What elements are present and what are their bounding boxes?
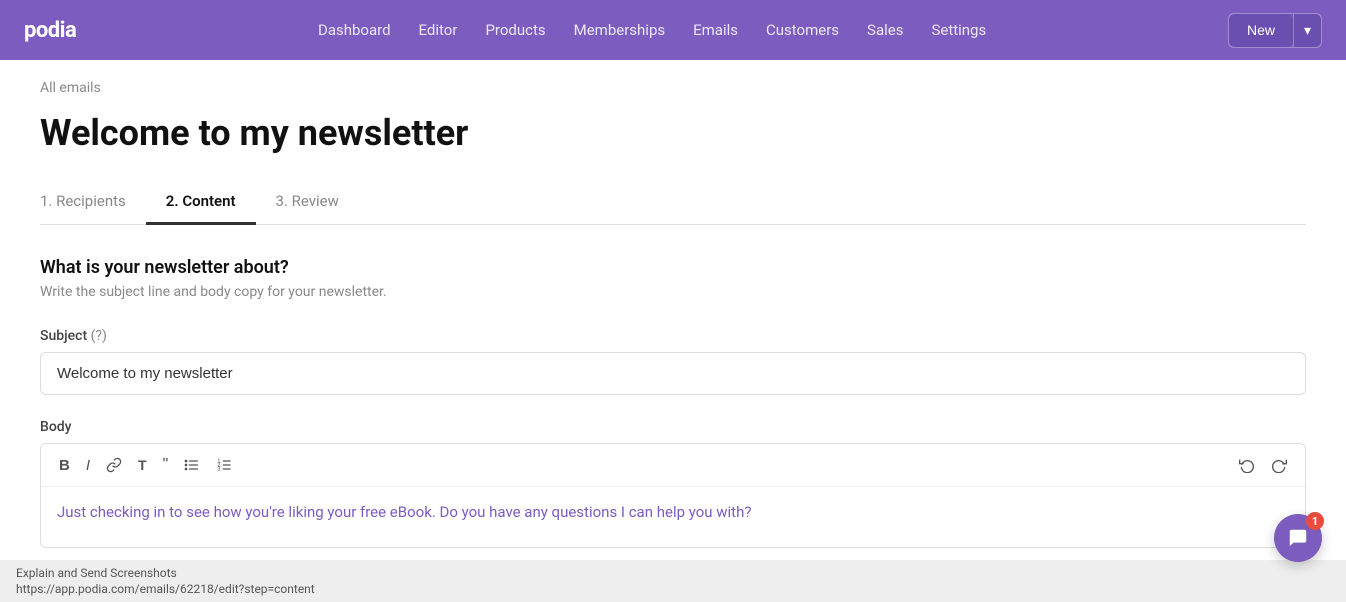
format-button[interactable]: T [132, 453, 153, 477]
page-title: Welcome to my newsletter [40, 112, 1306, 154]
italic-button[interactable]: I [80, 453, 96, 478]
nav-link-customers[interactable]: Customers [766, 21, 839, 39]
tab-review[interactable]: 3. Review [256, 182, 359, 225]
quote-button[interactable]: " [157, 452, 175, 478]
new-button-group: New ▾ [1228, 13, 1322, 48]
breadcrumb: All emails [40, 80, 1306, 96]
chat-bubble[interactable]: 1 [1274, 514, 1322, 562]
bold-button[interactable]: B [53, 453, 76, 478]
nav-link-emails[interactable]: Emails [693, 21, 738, 39]
editor-wrapper: B I T " 1. 2. [40, 443, 1306, 548]
editor-body[interactable]: Just checking in to see how you're likin… [41, 487, 1305, 547]
section-description: Write the subject line and body copy for… [40, 284, 1306, 300]
link-button[interactable] [100, 453, 128, 477]
nav-actions: New ▾ [1228, 13, 1322, 48]
logo: podia [24, 18, 76, 43]
bottom-bar: Explain and Send Screenshots https://app… [0, 560, 1346, 602]
chat-badge: 1 [1306, 512, 1324, 530]
nav-link-dashboard[interactable]: Dashboard [318, 21, 391, 39]
redo-button[interactable] [1265, 453, 1293, 477]
bottom-bar-line2: https://app.podia.com/emails/62218/edit?… [16, 582, 1330, 596]
undo-button[interactable] [1233, 453, 1261, 477]
body-label: Body [40, 419, 1306, 435]
new-button-dropdown[interactable]: ▾ [1293, 14, 1321, 47]
nav-link-memberships[interactable]: Memberships [574, 21, 665, 39]
tabs: 1. Recipients 2. Content 3. Review [40, 182, 1306, 225]
tab-recipients[interactable]: 1. Recipients [40, 182, 146, 225]
redo-icon [1271, 457, 1287, 473]
link-icon [106, 457, 122, 473]
svg-text:3.: 3. [218, 466, 222, 472]
subject-label: Subject (?) [40, 328, 1306, 344]
new-button[interactable]: New [1229, 14, 1293, 47]
list-ordered-button[interactable]: 1. 2. 3. [210, 453, 238, 477]
nav-link-settings[interactable]: Settings [931, 21, 986, 39]
section-title: What is your newsletter about? [40, 257, 1306, 278]
subject-help: (?) [91, 328, 107, 344]
list-unordered-button[interactable] [178, 453, 206, 477]
tab-content[interactable]: 2. Content [146, 182, 256, 225]
bottom-bar-line1: Explain and Send Screenshots [16, 566, 1330, 580]
nav-bar: podia Dashboard Editor Products Membersh… [0, 0, 1346, 60]
list-ordered-icon: 1. 2. 3. [216, 457, 232, 473]
nav-link-sales[interactable]: Sales [867, 21, 903, 39]
subject-input[interactable] [40, 352, 1306, 395]
undo-icon [1239, 457, 1255, 473]
chat-icon [1287, 527, 1309, 549]
main-content: All emails Welcome to my newsletter 1. R… [0, 60, 1346, 588]
nav-links: Dashboard Editor Products Memberships Em… [108, 21, 1196, 39]
list-unordered-icon [184, 457, 200, 473]
nav-link-editor[interactable]: Editor [419, 21, 458, 39]
nav-link-products[interactable]: Products [485, 21, 545, 39]
editor-toolbar: B I T " 1. 2. [41, 444, 1305, 487]
